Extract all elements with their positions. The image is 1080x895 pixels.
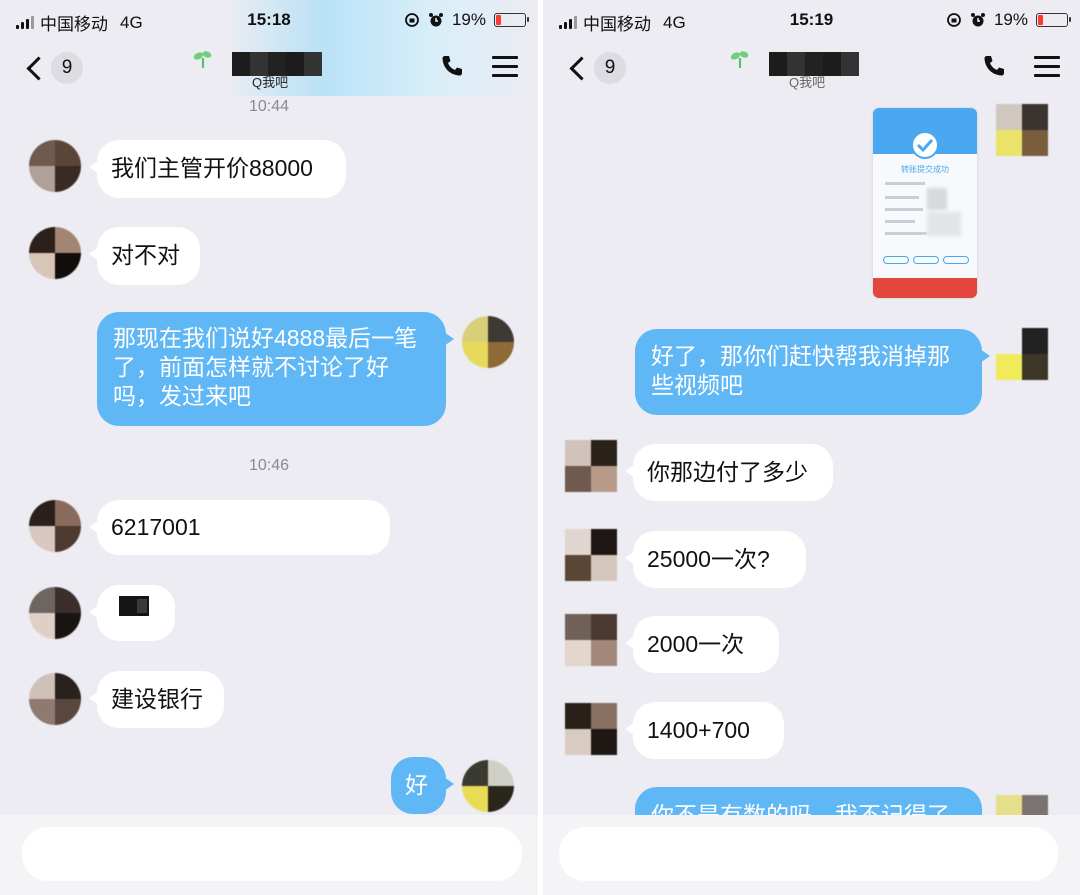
message-bubble[interactable]: 你那边付了多少 xyxy=(625,444,833,501)
message-input[interactable] xyxy=(22,827,522,881)
avatar-self[interactable] xyxy=(996,795,1048,817)
timestamp: 10:46 xyxy=(248,457,290,474)
chat-screen-left: 中国移动 4G 15:18 19% 9 Q我吧 10:44 我们主管开价8800… xyxy=(0,0,538,895)
phone-call-icon[interactable] xyxy=(982,54,1006,78)
screenshot-row xyxy=(885,196,919,199)
screenshot-button xyxy=(943,256,969,264)
battery-icon xyxy=(1036,13,1071,27)
back-button[interactable]: 9 xyxy=(567,52,626,84)
redaction-blur xyxy=(215,509,385,545)
image-message-transfer-screenshot[interactable]: 转账提交成功 xyxy=(873,108,977,298)
message-bubble[interactable] xyxy=(89,585,175,641)
message-bubble[interactable]: 1400+700 xyxy=(625,702,784,759)
avatar-self[interactable] xyxy=(996,328,1048,380)
battery-percent: 19% xyxy=(993,10,1028,29)
orientation-lock-icon xyxy=(947,13,961,27)
back-button[interactable]: 9 xyxy=(24,52,83,84)
avatar[interactable] xyxy=(29,140,81,192)
message-bubble-outgoing[interactable]: 你不是有数的吗，我不记得了 xyxy=(635,787,982,817)
message-bubble[interactable]: 建设银行 xyxy=(89,671,224,728)
contact-subtitle: Q我吧 xyxy=(789,75,826,90)
avatar[interactable] xyxy=(29,587,81,639)
avatar-self[interactable] xyxy=(996,104,1048,156)
battery-icon xyxy=(494,13,529,27)
screenshot-row xyxy=(885,208,923,211)
avatar[interactable] xyxy=(565,529,617,581)
avatar[interactable] xyxy=(565,614,617,666)
battery-percent: 19% xyxy=(451,10,486,29)
message-bubble-outgoing[interactable]: 那现在我们说好4888最后一笔了，前面怎样就不讨论了好吗，发过来吧 xyxy=(97,312,454,426)
battery-fill xyxy=(496,15,501,25)
menu-icon[interactable] xyxy=(1034,56,1060,83)
screenshot-row xyxy=(885,220,915,223)
message-bubble-outgoing[interactable]: 好了，那你们赶快帮我消掉那些视频吧 xyxy=(635,329,990,415)
status-bar: 中国移动 4G 15:18 19% xyxy=(0,0,538,40)
redaction-blur xyxy=(927,188,947,210)
message-bubble[interactable]: 对不对 xyxy=(89,227,200,285)
unread-count-badge: 9 xyxy=(51,52,83,84)
contact-subtitle: Q我吧 xyxy=(252,75,289,90)
avatar[interactable] xyxy=(29,227,81,279)
message-bubble[interactable]: 6217001 xyxy=(89,500,390,555)
status-bar: 中国移动 4G 15:19 19% xyxy=(543,0,1080,40)
message-input[interactable] xyxy=(559,827,1058,881)
message-bubble[interactable]: 25000一次? xyxy=(625,531,806,588)
redaction-block xyxy=(137,599,147,613)
message-bubble-outgoing[interactable]: 好 xyxy=(391,757,454,814)
input-bar xyxy=(0,815,538,895)
input-bar xyxy=(543,815,1080,895)
message-clip: 你不是有数的吗，我不记得了 xyxy=(635,787,982,817)
battery-fill xyxy=(1038,15,1043,25)
back-chevron-icon xyxy=(26,55,51,81)
message-bubble[interactable]: 我们主管开价88000 xyxy=(89,140,346,198)
chat-header: 9 Q我吧 xyxy=(543,40,1080,96)
alarm-icon xyxy=(970,13,985,27)
phone-call-icon[interactable] xyxy=(440,54,464,78)
orientation-lock-icon xyxy=(405,13,419,27)
screenshot-row xyxy=(885,182,925,185)
avatar[interactable] xyxy=(29,673,81,725)
avatar[interactable] xyxy=(29,500,81,552)
redaction-blur xyxy=(927,212,961,236)
screenshot-title: 转账提交成功 xyxy=(901,165,949,174)
back-chevron-icon xyxy=(569,55,594,81)
card-number-text: 6217001 xyxy=(111,514,201,540)
checkmark-icon xyxy=(911,131,939,159)
avatar-self[interactable] xyxy=(462,316,514,368)
screenshot-row xyxy=(885,232,927,235)
avatar[interactable] xyxy=(565,440,617,492)
screenshot-button xyxy=(913,256,939,264)
message-bubble[interactable]: 2000一次 xyxy=(625,616,779,673)
screenshot-banner xyxy=(873,278,977,298)
chat-screen-right: 中国移动 4G 15:19 19% 9 Q我吧 转账提交成功 好了，那你们赶快帮… xyxy=(543,0,1080,895)
unread-count-badge: 9 xyxy=(594,52,626,84)
sprout-icon xyxy=(730,51,749,68)
avatar[interactable] xyxy=(565,703,617,755)
screenshot-button xyxy=(883,256,909,264)
sprout-icon xyxy=(193,51,212,68)
chat-header: 9 Q我吧 xyxy=(0,40,538,96)
timestamp: 10:44 xyxy=(248,98,290,115)
alarm-icon xyxy=(428,13,443,27)
avatar-self[interactable] xyxy=(462,760,514,812)
menu-icon[interactable] xyxy=(492,56,518,83)
